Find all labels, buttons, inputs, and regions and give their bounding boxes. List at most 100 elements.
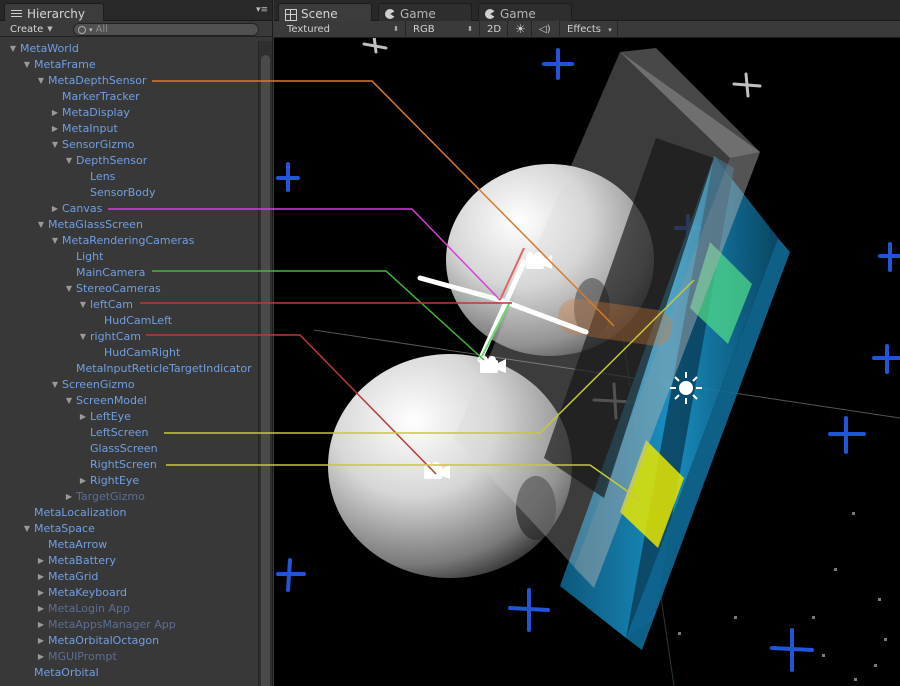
hierarchy-row-label: TargetGizmo (76, 490, 145, 503)
hierarchy-row[interactable]: MetaOrbital (0, 665, 257, 681)
expand-arrow-open-icon[interactable]: ▼ (64, 393, 74, 409)
hierarchy-row-label: MetaInput (62, 122, 118, 135)
tab-game-1[interactable]: Game (378, 3, 472, 21)
shading-mode-dropdown[interactable]: Textured ⬍ (282, 21, 406, 38)
hierarchy-row[interactable]: ▼ ScreenModel (0, 393, 257, 409)
hierarchy-row[interactable]: ▼ MetaFrame (0, 57, 257, 73)
hierarchy-row-label: leftCam (90, 298, 133, 311)
updown-arrow-icon: ⬍ (393, 25, 399, 33)
expand-arrow-open-icon[interactable]: ▼ (22, 521, 32, 537)
hierarchy-row[interactable]: ▶ MetaGrid (0, 569, 257, 585)
hierarchy-row[interactable]: ▼ DepthSensor (0, 153, 257, 169)
search-field[interactable]: ▾ (73, 23, 259, 36)
hierarchy-row[interactable]: ▶ MetaBattery (0, 553, 257, 569)
hierarchy-row[interactable]: RightScreen (0, 457, 257, 473)
expand-arrow-open-icon[interactable]: ▼ (50, 137, 60, 153)
toggle-2d-button[interactable]: 2D (482, 21, 508, 38)
scene-toolbar: Textured ⬍ RGB ⬍ 2D ☀ ◁) Effects ▾ (274, 21, 900, 38)
hierarchy-row[interactable]: MainCamera (0, 265, 257, 281)
hierarchy-scrollbar[interactable] (258, 41, 272, 686)
hierarchy-row[interactable]: ▶ MetaDisplay (0, 105, 257, 121)
expand-arrow-open-icon[interactable]: ▼ (50, 377, 60, 393)
hierarchy-row[interactable]: ▶ MGUIPrompt (0, 649, 257, 665)
hierarchy-row-label: MetaArrow (48, 538, 108, 551)
hierarchy-row[interactable]: MetaLocalization (0, 505, 257, 521)
audio-toggle-icon[interactable]: ◁) (534, 21, 560, 38)
hierarchy-row-label: SensorBody (90, 186, 156, 199)
hierarchy-row[interactable]: ▶ LeftEye (0, 409, 257, 425)
hierarchy-row[interactable]: ▶ MetaInput (0, 121, 257, 137)
expand-arrow-closed-icon[interactable]: ▶ (50, 105, 60, 121)
scene-panel: Scene Game Game Textured ⬍ RGB ⬍ 2D ☀ ◁)… (274, 0, 900, 686)
tab-hierarchy[interactable]: Hierarchy (4, 3, 104, 21)
hierarchy-row-label: MetaAppsManager App (48, 618, 176, 631)
expand-arrow-closed-icon[interactable]: ▶ (36, 553, 46, 569)
search-icon (78, 25, 86, 34)
hierarchy-row[interactable]: LeftScreen (0, 425, 257, 441)
hierarchy-row[interactable]: ▶ MetaAppsManager App (0, 617, 257, 633)
hierarchy-row[interactable]: ▼ ScreenGizmo (0, 377, 257, 393)
hierarchy-row[interactable]: ▼ MetaSpace (0, 521, 257, 537)
tab-scene[interactable]: Scene (278, 3, 372, 21)
expand-arrow-open-icon[interactable]: ▼ (50, 233, 60, 249)
hierarchy-row[interactable]: ▶ MetaLogin App (0, 601, 257, 617)
hierarchy-row[interactable]: ▶ Canvas (0, 201, 257, 217)
effects-dropdown[interactable]: Effects ▾ (562, 21, 618, 38)
effects-label: Effects (567, 24, 601, 35)
expand-arrow-open-icon[interactable]: ▼ (64, 281, 74, 297)
expand-arrow-open-icon[interactable]: ▼ (78, 297, 88, 313)
expand-arrow-open-icon[interactable]: ▼ (78, 329, 88, 345)
game-icon (385, 8, 395, 19)
create-button[interactable]: Create ▼ (4, 22, 59, 36)
hierarchy-row[interactable]: MetaArrow (0, 537, 257, 553)
hierarchy-row[interactable]: Lens (0, 169, 257, 185)
expand-arrow-closed-icon[interactable]: ▶ (78, 473, 88, 489)
expand-arrow-closed-icon[interactable]: ▶ (50, 121, 60, 137)
hierarchy-row[interactable]: ▼ MetaGlassScreen (0, 217, 257, 233)
hierarchy-row[interactable]: ▼ rightCam (0, 329, 257, 345)
search-dropdown-icon[interactable]: ▾ (89, 26, 93, 34)
hierarchy-row-label: MetaOrbital (34, 666, 99, 679)
hierarchy-row[interactable]: HudCamLeft (0, 313, 257, 329)
hierarchy-row[interactable]: ▼ SensorGizmo (0, 137, 257, 153)
expand-arrow-closed-icon[interactable]: ▶ (50, 201, 60, 217)
hierarchy-row[interactable]: ▼ MetaWorld (0, 41, 257, 57)
hierarchy-row-label: LeftScreen (90, 426, 149, 439)
expand-arrow-open-icon[interactable]: ▼ (36, 73, 46, 89)
hierarchy-row[interactable]: ▶ MetaOrbitalOctagon (0, 633, 257, 649)
hierarchy-row[interactable]: ▼ leftCam (0, 297, 257, 313)
hierarchy-row[interactable]: ▶ RightEye (0, 473, 257, 489)
expand-arrow-closed-icon[interactable]: ▶ (36, 633, 46, 649)
hierarchy-row[interactable]: MetaInputReticleTargetIndicator (0, 361, 257, 377)
hierarchy-row[interactable]: ▶ TargetGizmo (0, 489, 257, 505)
scene-viewport[interactable] (274, 38, 900, 686)
expand-arrow-closed-icon[interactable]: ▶ (78, 409, 88, 425)
panel-menu-icon[interactable]: ▾≡ (256, 5, 268, 15)
hierarchy-row-label: MetaGlassScreen (48, 218, 143, 231)
hierarchy-row[interactable]: ▼ MetaDepthSensor (0, 73, 257, 89)
expand-arrow-open-icon[interactable]: ▼ (8, 41, 18, 57)
expand-arrow-closed-icon[interactable]: ▶ (36, 601, 46, 617)
expand-arrow-open-icon[interactable]: ▼ (36, 217, 46, 233)
tab-game-2[interactable]: Game (478, 3, 572, 21)
hierarchy-row[interactable]: HudCamRight (0, 345, 257, 361)
expand-arrow-open-icon[interactable]: ▼ (64, 153, 74, 169)
lighting-toggle-icon[interactable]: ☀ (510, 21, 532, 38)
search-input[interactable] (95, 24, 246, 35)
expand-arrow-closed-icon[interactable]: ▶ (64, 489, 74, 505)
expand-arrow-closed-icon[interactable]: ▶ (36, 649, 46, 665)
expand-arrow-open-icon[interactable]: ▼ (22, 57, 32, 73)
render-mode-dropdown[interactable]: RGB ⬍ (408, 21, 480, 38)
hierarchy-row[interactable]: Light (0, 249, 257, 265)
hierarchy-row[interactable]: MarkerTracker (0, 89, 257, 105)
hierarchy-row[interactable]: ▼ MetaRenderingCameras (0, 233, 257, 249)
toggle-2d-label: 2D (487, 24, 502, 35)
hierarchy-row[interactable]: ▼ StereoCameras (0, 281, 257, 297)
hierarchy-row[interactable]: SensorBody (0, 185, 257, 201)
expand-arrow-closed-icon[interactable]: ▶ (36, 617, 46, 633)
scrollbar-thumb[interactable] (261, 55, 270, 686)
expand-arrow-closed-icon[interactable]: ▶ (36, 569, 46, 585)
expand-arrow-closed-icon[interactable]: ▶ (36, 585, 46, 601)
hierarchy-row[interactable]: GlassScreen (0, 441, 257, 457)
hierarchy-row[interactable]: ▶ MetaKeyboard (0, 585, 257, 601)
